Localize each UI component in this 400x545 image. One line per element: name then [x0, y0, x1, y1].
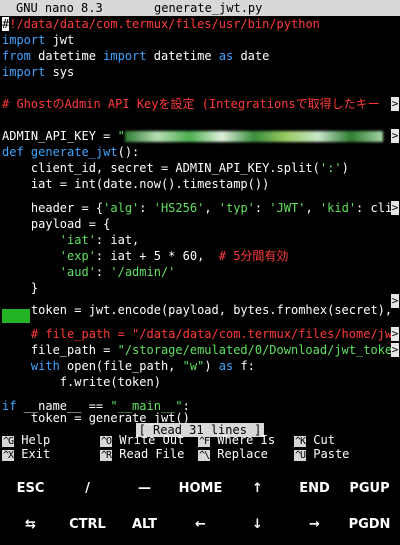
key-end[interactable]: END	[286, 469, 343, 509]
help-item-read-file[interactable]: ^R Read File	[100, 447, 184, 463]
code-line-filepath[interactable]: file_path = "/storage/emulated/0/Downloa…	[2, 342, 399, 358]
key-up-arrow[interactable]: ↑	[229, 469, 286, 509]
code-line-token-encode[interactable]: token = jwt.encode(payload, bytes.fromhe…	[2, 302, 399, 318]
redacted-api-key	[124, 131, 383, 142]
key-right-arrow[interactable]: →	[286, 505, 343, 545]
line-overflow-marker: >	[391, 129, 399, 143]
key-esc[interactable]: ESC	[2, 469, 59, 509]
code-line-import-jwt[interactable]: import jwt	[2, 32, 74, 48]
line-overflow-marker: >	[391, 201, 399, 215]
code-line-call-generate-jwt[interactable]: token = generate_jwt()	[2, 410, 190, 426]
line-overflow-marker: >	[391, 327, 399, 341]
help-item-paste[interactable]: ^U Paste	[294, 447, 349, 463]
terminal-screen[interactable]: GNU nano 8.3 generate_jwt.py #!/data/dat…	[0, 0, 400, 465]
code-line-split[interactable]: client_id, secret = ADMIN_API_KEY.split(…	[2, 160, 349, 176]
nano-version: GNU nano 8.3	[16, 1, 103, 15]
key-dash[interactable]: —	[116, 469, 173, 509]
code-line-payload[interactable]: payload = {	[2, 216, 110, 232]
key-left-arrow[interactable]: ←	[172, 505, 229, 545]
trailing-whitespace-marker	[2, 309, 30, 323]
key-pgdn[interactable]: PGDN	[341, 505, 398, 545]
code-line-def-generate-jwt[interactable]: def generate_jwt():	[2, 144, 139, 160]
key-tab[interactable]: ⇆	[2, 505, 59, 545]
help-item-exit[interactable]: ^X Exit	[2, 447, 50, 463]
code-line-payload-iat[interactable]: 'iat': iat,	[2, 232, 139, 248]
help-item-replace[interactable]: ^\ Replace	[198, 447, 268, 463]
code-line-header[interactable]: header = {'alg': 'HS256', 'typ': 'JWT', …	[2, 200, 400, 216]
key-down-arrow[interactable]: ↓	[229, 505, 286, 545]
code-line-payload-aud[interactable]: 'aud': '/admin/'	[2, 264, 176, 280]
line-overflow-marker: >	[391, 97, 399, 111]
key-alt[interactable]: ALT	[116, 505, 173, 545]
code-line-admin-api-key[interactable]: ADMIN_API_KEY = "	[2, 128, 383, 144]
code-line-comment-ghost[interactable]: # GhostのAdmin API Keyを設定 (Integrationsで取…	[2, 96, 380, 112]
file-name: generate_jwt.py	[154, 1, 263, 15]
code-line-with-open[interactable]: with open(file_path, "w") as f:	[2, 358, 255, 374]
code-line-import-sys[interactable]: import sys	[2, 64, 74, 80]
code-line-from-datetime[interactable]: from datetime import datetime as date	[2, 48, 269, 64]
key-home[interactable]: HOME	[172, 469, 229, 509]
code-line-payload-exp[interactable]: 'exp': iat + 5 * 60, # 5分間有効	[2, 248, 289, 264]
line-overflow-marker: >	[391, 343, 399, 357]
nano-title-bar: GNU nano 8.3 generate_jwt.py	[0, 0, 400, 16]
code-line-write-token[interactable]: f.write(token)	[2, 374, 161, 390]
code-line-close-brace[interactable]: }	[2, 280, 38, 296]
key-ctrl[interactable]: CTRL	[59, 505, 116, 545]
code-line-comment-filepath[interactable]: # file_path = "/data/data/com.termux/fil…	[2, 326, 399, 342]
line-overflow-marker: >	[391, 294, 399, 308]
code-line-iat[interactable]: iat = int(date.now().timestamp())	[2, 176, 269, 192]
key-slash[interactable]: /	[59, 469, 116, 509]
key-pgup[interactable]: PGUP	[341, 469, 398, 509]
code-line-shebang[interactable]: #!/data/data/com.termux/files/usr/bin/py…	[2, 16, 320, 32]
termux-extra-keys: ESC / — HOME ↑ END PGUP ⇆ CTRL ALT ← ↓ →…	[0, 465, 400, 545]
